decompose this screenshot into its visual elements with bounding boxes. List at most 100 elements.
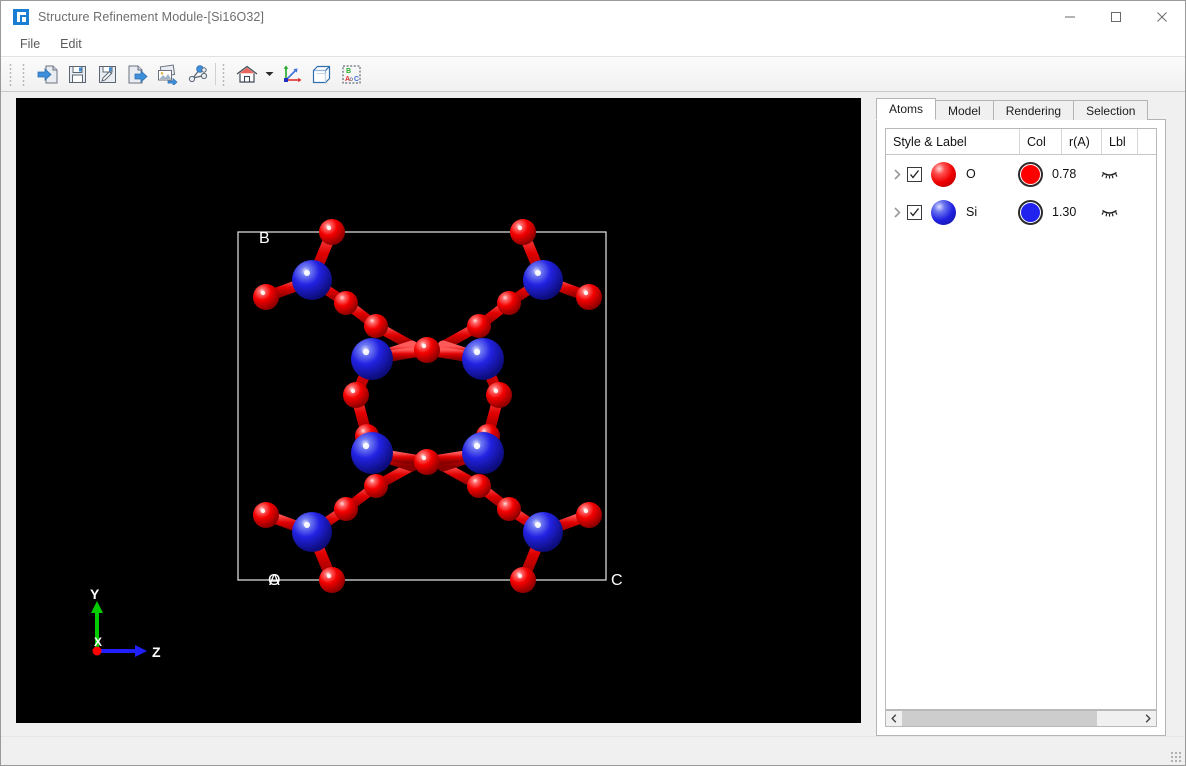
cell-axes-labels-icon[interactable]: B A C o: [336, 60, 366, 88]
element-name: Si: [966, 205, 978, 219]
structure-render: B A O C Y Z X: [90, 219, 623, 660]
atom-style-sphere[interactable]: [931, 161, 956, 187]
chevron-down-icon[interactable]: [262, 61, 276, 87]
axis-label-z: Z: [152, 644, 161, 660]
color-swatch[interactable]: [1018, 161, 1043, 187]
atom-O: [576, 284, 602, 310]
chevron-left-icon[interactable]: [886, 711, 902, 726]
tab-atoms[interactable]: Atoms: [876, 98, 937, 120]
atom-O: [497, 291, 521, 315]
scrollbar-track[interactable]: [902, 711, 1140, 726]
scrollbar-thumb[interactable]: [902, 711, 1098, 726]
toolbar-separator: [215, 63, 216, 85]
atom-O: [467, 314, 491, 338]
app-logo-icon: [13, 8, 29, 25]
atom-O: [510, 567, 536, 593]
save-as-icon[interactable]: [92, 60, 122, 88]
properties-panel: Atoms Model Rendering Selection Style & …: [876, 98, 1166, 736]
import-structure-icon[interactable]: [32, 60, 62, 88]
window-title: Structure Refinement Module-[Si16O32]: [38, 9, 265, 24]
resize-grip-icon[interactable]: [1170, 751, 1181, 762]
atom-O: [319, 567, 345, 593]
column-header-style-label[interactable]: Style & Label: [886, 129, 1020, 154]
cell-label-b: B: [259, 230, 270, 247]
atom-O: [364, 474, 388, 498]
color-swatch[interactable]: [1018, 199, 1043, 225]
atom-O: [253, 284, 279, 310]
minimize-button[interactable]: [1047, 1, 1093, 32]
atom-O: [319, 219, 345, 245]
atom-O: [334, 497, 358, 521]
atom-Si: [292, 260, 332, 300]
main-body: B A O C Y Z X Atoms Model Rendering Sele…: [1, 92, 1185, 736]
table-header-row: Style & Label Col r(A) Lbl: [886, 129, 1156, 155]
axes-icon[interactable]: [276, 60, 306, 88]
title-bar: Structure Refinement Module-[Si16O32]: [1, 1, 1185, 32]
atom-Si: [523, 260, 563, 300]
save-icon[interactable]: [62, 60, 92, 88]
atom-radius-value[interactable]: 1.30: [1043, 205, 1096, 219]
atom-Si: [351, 432, 393, 474]
eye-closed-icon[interactable]: [1096, 169, 1122, 180]
toolbar-grip-3[interactable]: [221, 62, 228, 86]
export-icon[interactable]: [122, 60, 152, 88]
status-bar: [1, 736, 1185, 765]
atom-O: [467, 474, 491, 498]
row-visibility-checkbox[interactable]: [907, 166, 922, 182]
home-view-icon[interactable]: [232, 60, 262, 88]
unit-cell-icon[interactable]: [306, 60, 336, 88]
atom-O: [343, 382, 369, 408]
table-row[interactable]: O 0.78: [886, 155, 1156, 193]
svg-text:C: C: [354, 76, 359, 83]
atom-Si: [462, 432, 504, 474]
panel-tabs: Atoms Model Rendering Selection: [876, 98, 1166, 120]
axis-triad: Y Z X: [90, 586, 161, 660]
atom-O: [414, 449, 440, 475]
svg-text:B: B: [346, 68, 351, 75]
structure-viewport[interactable]: B A O C Y Z X: [16, 98, 861, 723]
atom-O: [497, 497, 521, 521]
atoms-panel-body: Style & Label Col r(A) Lbl O 0.78 Si 1.3…: [876, 119, 1166, 736]
atom-radius-value[interactable]: 0.78: [1043, 167, 1096, 181]
atom-style-sphere[interactable]: [931, 199, 956, 225]
atom-Si: [523, 512, 563, 552]
menu-item-file[interactable]: File: [11, 34, 49, 54]
chevron-right-icon[interactable]: [1140, 711, 1156, 726]
toolbar-grip[interactable]: [8, 62, 15, 86]
application-window: Structure Refinement Module-[Si16O32] Fi…: [0, 0, 1186, 766]
column-header-spacer: [1138, 129, 1156, 154]
atom-O: [486, 382, 512, 408]
panel-horizontal-scrollbar[interactable]: [885, 710, 1157, 727]
atom-Si: [462, 338, 504, 380]
axis-label-y: Y: [90, 586, 100, 602]
table-row[interactable]: Si 1.30: [886, 193, 1156, 231]
tab-model[interactable]: Model: [935, 100, 994, 120]
tab-rendering[interactable]: Rendering: [992, 100, 1075, 120]
close-button[interactable]: [1139, 1, 1185, 32]
axis-label-x: X: [94, 635, 102, 649]
atom-O: [510, 219, 536, 245]
toolbar-grip-2[interactable]: [21, 62, 28, 86]
export-image-icon[interactable]: [152, 60, 182, 88]
atom-Si: [292, 512, 332, 552]
atom-O: [364, 314, 388, 338]
molecule-icon[interactable]: [182, 60, 212, 88]
maximize-button[interactable]: [1093, 1, 1139, 32]
atom-O: [334, 291, 358, 315]
column-header-col[interactable]: Col: [1020, 129, 1062, 154]
chevron-right-icon[interactable]: [890, 168, 904, 180]
row-visibility-checkbox[interactable]: [907, 204, 922, 220]
column-header-lbl[interactable]: Lbl: [1102, 129, 1138, 154]
cell-label-c: C: [611, 572, 623, 589]
atom-O: [253, 502, 279, 528]
menu-bar: File Edit: [1, 32, 1185, 56]
eye-closed-icon[interactable]: [1096, 207, 1122, 218]
tab-selection[interactable]: Selection: [1073, 100, 1149, 120]
element-name: O: [966, 167, 976, 181]
column-header-radius[interactable]: r(A): [1062, 129, 1102, 154]
atom-O: [414, 337, 440, 363]
toolbar: B A C o: [1, 56, 1185, 92]
menu-item-edit[interactable]: Edit: [51, 34, 91, 54]
atoms-table: Style & Label Col r(A) Lbl O 0.78 Si 1.3…: [885, 128, 1157, 710]
chevron-right-icon[interactable]: [890, 206, 904, 218]
